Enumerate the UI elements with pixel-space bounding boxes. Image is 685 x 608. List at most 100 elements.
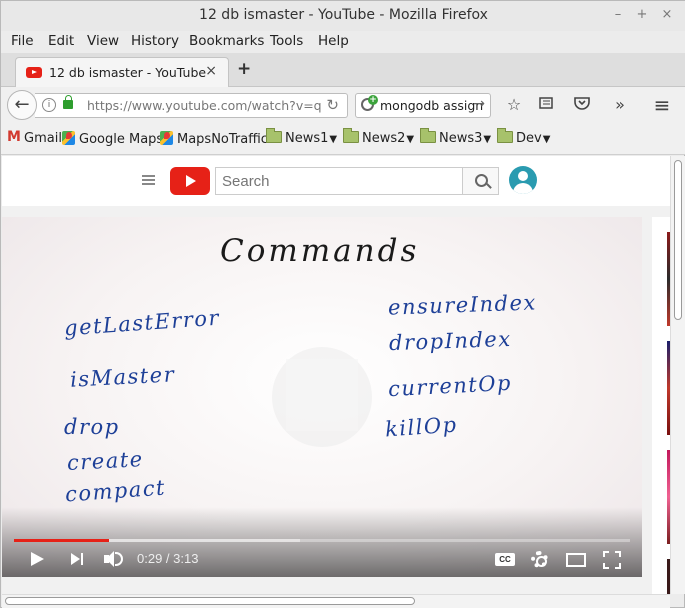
tab-title: 12 db ismaster - YouTube [49,65,207,80]
bookmark-label: Google Maps [79,132,164,147]
settings-gear-icon[interactable] [531,551,548,568]
menu-edit[interactable]: Edit [48,33,74,49]
youtube-masthead [2,156,670,206]
guide-menu-icon[interactable] [142,175,155,185]
close-window-button[interactable]: × [658,6,676,24]
back-button[interactable]: ← [7,90,37,120]
youtube-logo[interactable] [170,167,210,195]
reload-icon[interactable]: ↻ [326,96,339,114]
dropdown-arrow-icon: ▼ [406,134,415,145]
horizontal-scrollbar[interactable] [2,594,670,608]
menu-file[interactable]: File [11,33,34,49]
bookmark-google-maps[interactable]: Google Maps [62,131,163,147]
search-go-icon[interactable]: → [473,96,485,112]
youtube-search-input[interactable] [216,168,456,194]
maps-icon [160,131,173,145]
info-icon[interactable]: i [42,98,56,112]
avatar[interactable] [509,166,537,194]
menu-history-label: History [131,33,180,49]
menu-tools-label: Tools [270,33,304,49]
command-ensureindex: ensureIndex [387,290,538,320]
search-bar[interactable]: + mongodb assign → [355,93,491,118]
bookmark-gmail[interactable]: Gmail [7,129,62,146]
command-drop: drop [64,415,120,439]
url-text[interactable]: https://www.youtube.com/watch?v=q [87,98,322,113]
vertical-scrollbar[interactable] [670,156,685,594]
folder-icon [266,128,282,143]
new-tab-button[interactable]: + [237,59,251,79]
menu-tools[interactable]: Tools [270,33,303,49]
folder-icon [497,128,513,143]
reading-list-svg [539,97,553,109]
fullscreen-button[interactable] [603,551,621,569]
command-getlasterror: getLastError [63,305,221,341]
hamburger-menu-icon[interactable]: ≡ [652,95,672,115]
pocket-icon[interactable] [572,95,592,115]
gmail-icon [7,129,21,145]
tab-close-icon[interactable]: × [205,63,217,79]
youtube-search-field[interactable] [215,167,463,195]
fullscreen-corner [615,551,621,557]
command-create: create [66,447,145,475]
bookmark-star-icon[interactable]: ☆ [504,95,524,115]
played-bar [14,539,110,542]
bookmark-label: News1 [285,131,329,146]
bookmark-folder-dev[interactable]: Dev▼ [497,128,551,146]
bookmark-label: Gmail [24,131,62,146]
next-button[interactable] [70,548,86,570]
dropdown-arrow-icon: ▼ [483,134,492,145]
video-heading: Commands [220,233,420,269]
bookmark-folder-news3[interactable]: News3▼ [420,128,492,146]
fullscreen-corner [603,563,609,569]
controls-gradient [2,507,642,577]
overflow-icon[interactable]: » [610,95,630,115]
command-killop: killOp [384,412,459,442]
menu-file-label: File [11,33,34,49]
bookmark-label: Dev [516,131,542,146]
dropdown-arrow-icon: ▼ [542,134,551,145]
search-value[interactable]: mongodb assign [380,98,483,113]
menu-edit-label: Edit [48,33,75,49]
tab-youtube[interactable]: 12 db ismaster - YouTube × [15,57,229,87]
play-button[interactable] [30,548,44,570]
window-title: 12 db ismaster - YouTube - Mozilla Firef… [199,7,488,23]
minimize-button[interactable]: – [609,6,627,24]
tab-strip: 12 db ismaster - YouTube × + [1,53,685,87]
video-player[interactable]: Commands getLastError isMaster drop crea… [2,217,642,577]
lock-icon [63,95,73,109]
menu-view-label: View [87,33,120,49]
youtube-favicon-icon [26,67,42,78]
menu-help[interactable]: Help [318,33,349,49]
bookmark-mapsnotraffic[interactable]: MapsNoTraffic [160,131,268,147]
dropdown-arrow-icon: ▼ [329,134,338,145]
time-display: 0:29 / 3:13 [137,551,199,566]
bookmark-label: News2 [362,131,406,146]
progress-bar[interactable] [14,539,630,542]
fullscreen-corner [615,563,621,569]
youtube-search-button[interactable] [462,167,499,195]
maximize-button[interactable]: + [633,6,651,24]
menu-view[interactable]: View [87,33,119,49]
menu-bookmarks[interactable]: Bookmarks [189,33,264,49]
play-overlay-ghost [272,347,372,447]
add-search-engine-icon: + [368,95,378,105]
bookmark-folder-news1[interactable]: News1▼ [266,128,338,146]
folder-icon [420,128,436,143]
menu-history[interactable]: History [131,33,179,49]
theater-mode-button[interactable] [566,553,586,567]
reading-list-icon[interactable] [536,95,556,115]
pocket-svg [574,97,590,110]
title-bar: 12 db ismaster - YouTube - Mozilla Firef… [1,1,685,31]
vertical-scroll-thumb[interactable] [674,160,682,320]
bookmark-folder-news2[interactable]: News2▼ [343,128,415,146]
url-bar[interactable]: i https://www.youtube.com/watch?v=q ↻ [35,93,348,118]
captions-button[interactable]: CC [495,553,515,566]
bookmark-label: News3 [439,131,483,146]
horizontal-scroll-thumb[interactable] [5,597,415,605]
navigation-bar: i https://www.youtube.com/watch?v=q ↻ ← … [1,87,685,123]
page-content: Commands getLastError isMaster drop crea… [2,156,670,594]
bookmark-label: MapsNoTraffic [177,132,268,147]
menu-bookmarks-label: Bookmarks [189,33,265,49]
fullscreen-corner [603,551,609,557]
menu-help-label: Help [318,33,349,49]
